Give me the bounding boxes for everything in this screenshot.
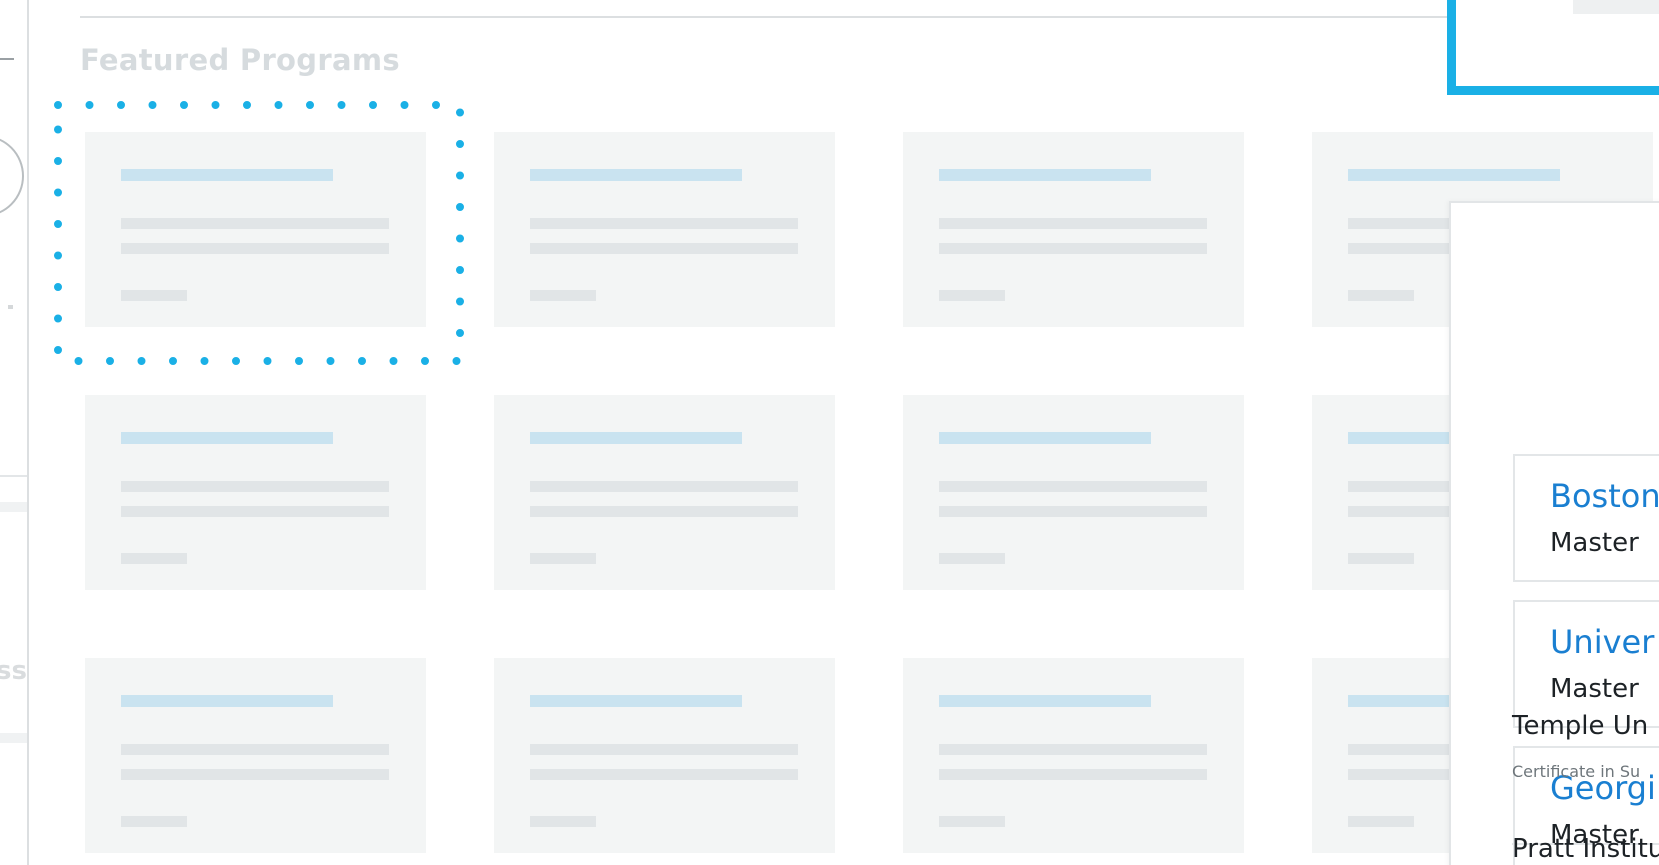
- header-divider: [80, 16, 1450, 18]
- skeleton-line: [939, 481, 1207, 492]
- result-card[interactable]: Univer Master: [1513, 600, 1659, 728]
- skeleton-line: [121, 506, 389, 517]
- skeleton-title: [121, 432, 333, 444]
- skeleton-meta: [530, 553, 596, 564]
- section-title: Featured Programs: [80, 43, 400, 77]
- skeleton-meta: [939, 553, 1005, 564]
- avatar-ring: [0, 135, 24, 217]
- skeleton-title: [530, 169, 742, 181]
- result-name[interactable]: Boston: [1550, 477, 1659, 515]
- featured-programs-grid: [85, 132, 1653, 853]
- result-name[interactable]: Pratt Institu: [1512, 834, 1659, 864]
- skeleton-line: [530, 481, 798, 492]
- skeleton-meta: [121, 553, 187, 564]
- skeleton-title: [939, 432, 1151, 444]
- skeleton-title: [121, 169, 333, 181]
- skeleton-title: [939, 169, 1151, 181]
- skeleton-line: [121, 218, 389, 229]
- skeleton-line: [939, 506, 1207, 517]
- sidebar-bar: [0, 733, 27, 743]
- skeleton-meta: [1348, 290, 1414, 301]
- program-card-skeleton: [85, 658, 426, 853]
- skeleton-title: [121, 695, 333, 707]
- skeleton-meta: [121, 290, 187, 301]
- skeleton-line: [121, 243, 389, 254]
- program-card-skeleton: [494, 658, 835, 853]
- skeleton-line: [121, 769, 389, 780]
- page: ss Featured Programs Boston Master Univer M…: [0, 0, 1659, 865]
- skeleton-meta: [1348, 553, 1414, 564]
- result-subtitle: Certificate in Su: [1512, 762, 1641, 781]
- program-card-skeleton: [494, 132, 835, 327]
- sidebar-marker: [8, 305, 13, 309]
- program-card-skeleton: [903, 395, 1244, 590]
- result-degree: Master: [1550, 674, 1639, 704]
- result-card[interactable]: Boston Master: [1513, 454, 1659, 582]
- skeleton-line: [530, 769, 798, 780]
- skeleton-line: [939, 744, 1207, 755]
- search-field-fragment[interactable]: [1573, 0, 1659, 14]
- selection-frame-icon: [1447, 0, 1659, 95]
- skeleton-line: [939, 218, 1207, 229]
- skeleton-title: [530, 432, 742, 444]
- skeleton-title: [1348, 169, 1560, 181]
- skeleton-meta: [1348, 816, 1414, 827]
- sidebar-divider: [27, 0, 29, 865]
- skeleton-meta: [530, 290, 596, 301]
- skeleton-line: [530, 506, 798, 517]
- program-card-skeleton: [85, 132, 426, 327]
- skeleton-line: [939, 243, 1207, 254]
- sidebar-dash: [0, 58, 14, 60]
- skeleton-line: [121, 481, 389, 492]
- skeleton-line: [530, 744, 798, 755]
- program-card-skeleton: [903, 132, 1244, 327]
- skeleton-meta: [939, 816, 1005, 827]
- skeleton-title: [530, 695, 742, 707]
- skeleton-title: [939, 695, 1151, 707]
- skeleton-line: [530, 243, 798, 254]
- skeleton-meta: [530, 816, 596, 827]
- sidebar-clipped-label: ss: [0, 656, 27, 686]
- skeleton-meta: [121, 816, 187, 827]
- skeleton-line: [939, 769, 1207, 780]
- sidebar-box: [0, 475, 27, 743]
- result-degree: Master: [1550, 528, 1639, 558]
- program-card-skeleton: [85, 395, 426, 590]
- skeleton-line: [121, 744, 389, 755]
- program-card-skeleton: [494, 395, 835, 590]
- result-name[interactable]: Univer: [1550, 623, 1654, 661]
- program-card-skeleton: [903, 658, 1244, 853]
- skeleton-line: [530, 218, 798, 229]
- skeleton-meta: [939, 290, 1005, 301]
- result-name[interactable]: Temple Un: [1512, 711, 1648, 741]
- sidebar-bar: [0, 502, 27, 512]
